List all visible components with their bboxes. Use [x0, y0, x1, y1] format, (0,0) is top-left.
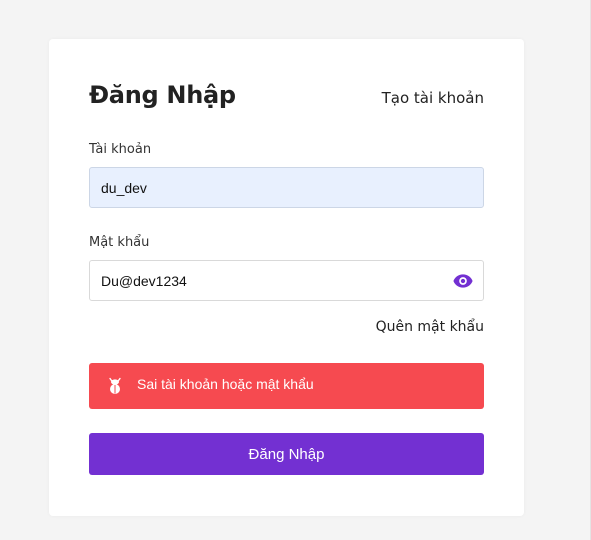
- login-button[interactable]: Đăng Nhập: [89, 433, 484, 475]
- error-alert: Sai tài khoản hoặc mật khẩu: [89, 363, 484, 409]
- forgot-password-link[interactable]: Quên mật khẩu: [376, 319, 484, 335]
- username-input[interactable]: du_dev: [89, 167, 484, 208]
- bug-icon: [109, 377, 121, 394]
- username-value: du_dev: [101, 179, 147, 196]
- login-card: Đăng Nhập Tạo tài khoản Tài khoản du_dev…: [49, 39, 524, 516]
- password-input[interactable]: Du@dev1234: [89, 260, 484, 301]
- eye-icon[interactable]: [453, 273, 473, 289]
- password-label: Mật khẩu: [89, 235, 150, 250]
- username-label: Tài khoản: [89, 142, 152, 157]
- error-message: Sai tài khoản hoặc mật khẩu: [137, 376, 314, 392]
- password-value: Du@dev1234: [101, 272, 187, 289]
- login-title: Đăng Nhập: [89, 81, 236, 109]
- create-account-link[interactable]: Tạo tài khoản: [382, 89, 484, 107]
